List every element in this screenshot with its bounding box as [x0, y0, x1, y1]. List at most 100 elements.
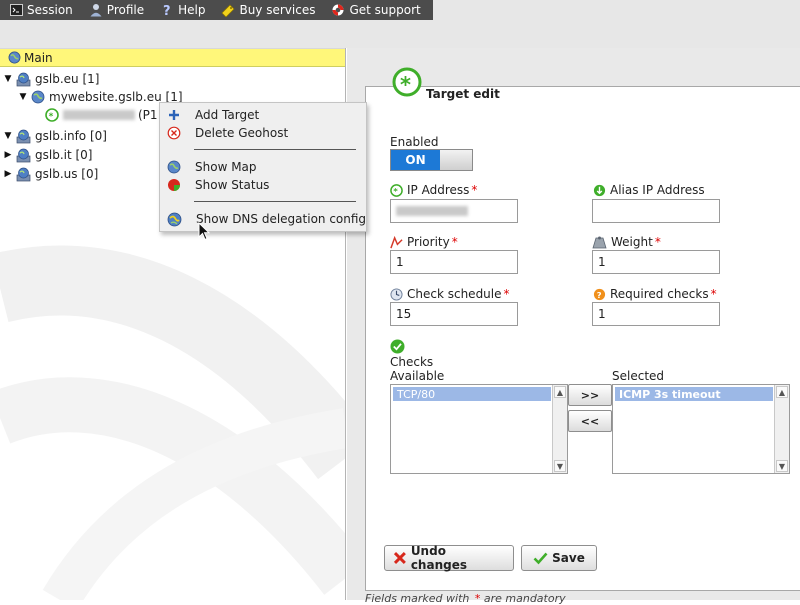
weight-field[interactable] [592, 250, 720, 274]
required-marker: * [654, 235, 661, 249]
menu-item-add-target[interactable]: Add Target [167, 106, 259, 124]
clock-icon [390, 287, 403, 301]
tree-node-gslb-us[interactable]: ▶ gslb.us [0] [3, 165, 99, 183]
tree-node-target[interactable]: * (P1 [45, 106, 158, 124]
toggle-knob [440, 150, 472, 170]
list-item[interactable]: TCP/80 [393, 387, 551, 401]
dns-globe-icon [167, 212, 182, 226]
collapse-arrow-icon[interactable]: ▼ [18, 92, 28, 102]
svg-text:*: * [393, 186, 398, 196]
required-marker: * [451, 235, 458, 249]
menu-separator [194, 149, 356, 150]
required-marker: * [503, 287, 510, 301]
available-checks-list[interactable]: TCP/80 ▲ ▼ [390, 384, 568, 474]
target-edit-icon: * [392, 67, 422, 97]
server-globe-icon [16, 72, 31, 86]
save-button[interactable]: Save [521, 545, 597, 571]
enabled-toggle[interactable]: ON [390, 149, 473, 171]
weight-icon [592, 236, 607, 248]
panel-title: Target edit [424, 87, 502, 101]
nav-profile-label: Profile [106, 3, 145, 17]
svg-text:*: * [400, 73, 411, 97]
scroll-down-icon[interactable]: ▼ [554, 460, 566, 472]
weight-text: Weight [611, 235, 653, 249]
scroll-up-icon[interactable]: ▲ [776, 386, 788, 398]
enabled-label: Enabled [390, 135, 439, 149]
check-schedule-text: Check schedule [407, 287, 502, 301]
tree-node-gslb-info[interactable]: ▼ gslb.info [0] [3, 127, 107, 145]
context-menu: Add Target Delete Geohost Show Map Show … [159, 102, 367, 232]
tree-node-mywebsite[interactable]: ▼ mywebsite.gslb.eu [1] [18, 88, 183, 106]
server-globe-icon [16, 148, 31, 162]
nav-buy-services-label: Buy services [239, 3, 316, 17]
tree-header[interactable]: Main [0, 48, 345, 67]
expand-arrow-icon[interactable]: ▶ [3, 169, 13, 179]
alias-icon [593, 184, 606, 196]
weight-label: Weight * [592, 235, 661, 249]
scrollbar[interactable]: ▲ ▼ [552, 385, 567, 473]
menu-separator [194, 201, 356, 202]
target-icon: * [45, 108, 59, 122]
required-marker: * [474, 592, 481, 605]
toggle-on-label: ON [391, 150, 440, 170]
delete-icon [167, 126, 181, 140]
tree-header-label: Main [24, 50, 53, 65]
globe-icon [167, 160, 181, 174]
target-icon: * [390, 183, 403, 197]
nav-help[interactable]: ? Help [160, 3, 205, 17]
tree-node-gslb-it[interactable]: ▶ gslb.it [0] [3, 146, 93, 164]
terminal-icon [10, 4, 23, 16]
menu-item-label: Delete Geohost [195, 126, 289, 140]
expand-arrow-icon[interactable]: ▶ [3, 150, 13, 160]
globe-icon [8, 51, 21, 64]
collapse-arrow-icon[interactable]: ▼ [3, 131, 13, 141]
nav-buy-services[interactable]: Buy services [221, 3, 315, 17]
required-checks-text: Required checks [610, 287, 709, 301]
priority-text: Priority [407, 235, 450, 249]
scroll-up-icon[interactable]: ▲ [554, 386, 566, 398]
footer-text: Fields marked with [365, 592, 470, 605]
menu-item-show-status[interactable]: Show Status [167, 176, 269, 194]
list-item[interactable]: ICMP 3s timeout [615, 387, 773, 401]
server-globe-icon [16, 167, 31, 181]
check-schedule-field[interactable] [390, 302, 518, 326]
required-checks-field[interactable] [592, 302, 720, 326]
ip-address-label: * IP Address * [390, 183, 477, 197]
nav-profile[interactable]: Profile [89, 3, 144, 17]
svg-text:?: ? [597, 290, 602, 300]
user-icon [90, 4, 102, 17]
nav-session-label: Session [27, 3, 73, 17]
add-check-button[interactable]: >> [568, 384, 612, 406]
nav-get-support[interactable]: Get support [331, 3, 421, 17]
tree-node-gslb-eu[interactable]: ▼ gslb.eu [1] [3, 70, 100, 88]
priority-label: Priority * [390, 235, 458, 249]
tree-node-label: gslb.eu [1] [35, 72, 100, 86]
scroll-down-icon[interactable]: ▼ [776, 460, 788, 472]
help-icon: ? [163, 4, 171, 17]
checkmark-icon [533, 552, 548, 565]
collapse-arrow-icon[interactable]: ▼ [3, 74, 13, 84]
scrollbar[interactable]: ▲ ▼ [774, 385, 789, 473]
remove-check-button[interactable]: << [568, 410, 612, 432]
question-icon: ? [593, 288, 606, 300]
alias-ip-text: Alias IP Address [610, 183, 705, 197]
redacted-ip [396, 206, 468, 216]
globe-icon [31, 90, 45, 104]
priority-field[interactable] [390, 250, 518, 274]
priority-icon [390, 235, 403, 248]
pie-chart-icon [168, 179, 180, 191]
nav-session[interactable]: Session [10, 3, 73, 17]
undo-changes-button[interactable]: Undo changes [384, 544, 514, 572]
selected-checks-list[interactable]: ICMP 3s timeout ▲ ▼ [612, 384, 790, 474]
alias-ip-field[interactable] [592, 199, 720, 223]
menu-item-show-map[interactable]: Show Map [167, 158, 257, 176]
svg-text:*: * [49, 112, 54, 122]
save-label: Save [552, 551, 585, 565]
required-marker: * [471, 183, 478, 197]
available-label: Available [390, 369, 445, 383]
selected-label: Selected [612, 369, 665, 383]
ip-address-text: IP Address [407, 183, 470, 197]
menu-item-show-dns-delegation[interactable]: Show DNS delegation config [167, 210, 366, 228]
tree-node-label: gslb.info [0] [35, 129, 107, 143]
menu-item-delete-geohost[interactable]: Delete Geohost [167, 124, 288, 142]
